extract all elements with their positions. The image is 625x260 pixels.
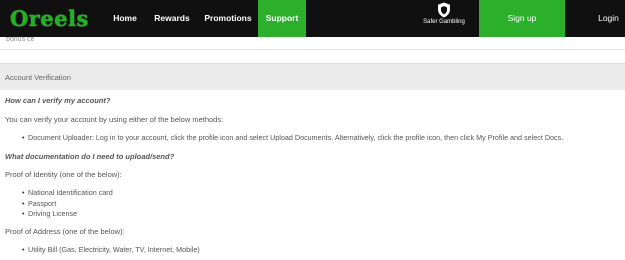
safer-gambling-link[interactable]: Safer Gambling: [418, 2, 470, 35]
divider: [0, 49, 625, 50]
question-documentation: What documentation do I need to upload/s…: [5, 152, 175, 161]
nav-rewards-link[interactable]: Rewards: [152, 0, 192, 37]
section-title: Account Verification: [5, 73, 71, 82]
paragraph-methods: You can verify your account by using eit…: [5, 115, 224, 124]
nav-support-link[interactable]: Support: [258, 0, 306, 37]
list-item-national-id: National Identification card: [22, 188, 113, 197]
accordion-header-account-verification[interactable]: Account Verification: [0, 63, 625, 90]
question-verify-account: How can I verify my account?: [5, 96, 111, 105]
list-item-document-uploader: Document Uploader: Log in to your accoun…: [22, 133, 563, 142]
safer-gambling-label: Safer Gambling: [423, 19, 465, 25]
previous-section-fragment: bonus ce: [0, 37, 625, 48]
site-logo[interactable]: Oreels: [10, 3, 89, 33]
list-item-passport: Passport: [22, 199, 56, 208]
top-navigation-bar: Oreels Home Rewards Promotions Support S…: [0, 0, 625, 37]
list-item-driving-license: Driving License: [22, 209, 77, 218]
shield-icon: [438, 2, 450, 18]
logo-text: Oreels: [10, 5, 89, 31]
proof-of-identity-label: Proof of Identity (one of the below):: [5, 170, 122, 179]
nav-home-link[interactable]: Home: [110, 0, 140, 37]
proof-of-address-label: Proof of Address (one of the below):: [5, 227, 125, 236]
nav-promotions-link[interactable]: Promotions: [203, 0, 253, 37]
list-item-utility-bill: Utility Bill (Gas, Electricity, Water, T…: [22, 245, 200, 254]
previous-section-text: bonus ce: [6, 37, 35, 43]
login-button[interactable]: Login: [592, 0, 625, 37]
signup-button[interactable]: Sign up: [479, 0, 565, 37]
